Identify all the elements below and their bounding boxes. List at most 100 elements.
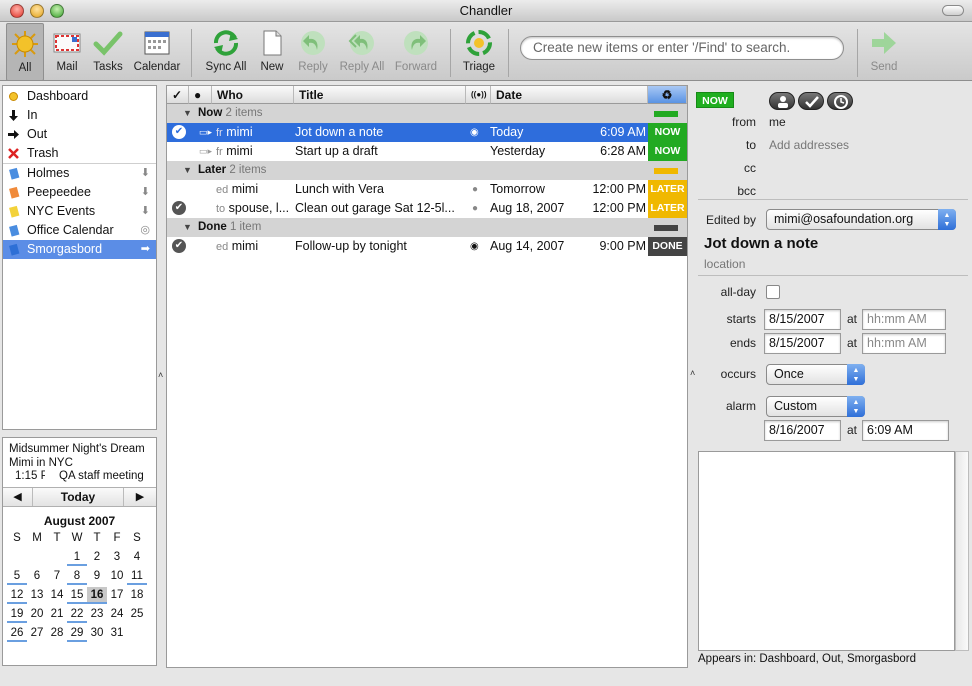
item-title-field[interactable]: Jot down a note [704,235,818,252]
tasks-button[interactable]: Tasks [89,23,127,81]
edited-by-select[interactable]: mimi@osafoundation.org ▲ ▼ [766,209,956,230]
header-reminder-icon[interactable]: ((●)) [466,86,491,104]
triage-status-badge[interactable]: LATER [648,199,687,218]
calendar-day[interactable]: 29 [67,625,87,642]
calendar-day[interactable]: 15 [67,587,87,604]
location-field[interactable]: location [704,257,745,271]
calendar-day[interactable]: 31 [107,625,127,642]
calendar-day[interactable]: 9 [87,568,107,585]
reply-all-button[interactable]: Reply All [336,23,388,81]
triage-done-icon[interactable]: ✔ [172,125,186,139]
mail-button[interactable]: Mail [48,23,86,81]
end-time-field[interactable]: hh:mm AM [862,333,946,354]
splitter-left-arrow-icon[interactable]: ˄ [158,370,163,380]
notes-textarea[interactable] [698,451,955,651]
send-as-mail-button[interactable] [769,92,795,110]
group-now[interactable]: ▼ Now 2 items [167,104,687,123]
sidebar-item-peepeedee[interactable]: Peepeedee ⬇ [3,183,156,202]
from-field[interactable]: me [769,115,786,129]
table-row[interactable]: ed mimi Lunch with Vera ● Tomorrow 12:00… [167,180,687,199]
sidebar-item-nyc-events[interactable]: NYC Events ⬇ [3,202,156,221]
calendar-day[interactable]: 6 [27,568,47,585]
to-field[interactable]: Add addresses [769,138,849,152]
occurs-select[interactable]: Once ▲ ▼ [766,364,865,385]
sidebar-item-out[interactable]: Out [3,125,156,144]
sidebar-item-smorgasbord[interactable]: Smorgasbord ➡ [3,240,156,259]
calendar-day[interactable]: 23 [87,606,107,623]
download-arrow-icon[interactable]: ⬇ [141,202,150,221]
triage-button[interactable]: Triage [458,23,500,81]
header-who[interactable]: Who [212,86,294,104]
calendar-day[interactable]: 8 [67,568,87,585]
calendar-day[interactable]: 7 [47,568,67,585]
triage-status-badge[interactable]: LATER [648,180,687,199]
triage-done-icon[interactable]: ✔ [172,239,186,253]
calendar-day[interactable]: 20 [27,606,47,623]
all-day-checkbox[interactable] [766,285,780,299]
triage-status-badge[interactable]: NOW [648,142,687,161]
table-row[interactable]: ✔ ed mimi Follow-up by tonight ◉ Aug 14,… [167,237,687,256]
group-done[interactable]: ▼ Done 1 item [167,218,687,237]
calendar-day[interactable]: 19 [7,606,27,623]
header-title[interactable]: Title [294,86,466,104]
forward-button[interactable]: Forward [392,23,440,81]
disclosure-triangle-icon[interactable]: ▼ [183,104,192,123]
shared-icon[interactable]: ◎ [140,221,150,240]
calendar-day[interactable]: 22 [67,606,87,623]
sync-all-button[interactable]: Sync All [202,23,250,81]
alarm-select[interactable]: Custom ▲ ▼ [766,396,865,417]
next-month-button[interactable]: ▶ [124,488,156,506]
notes-scrollbar[interactable] [955,451,969,651]
reply-button[interactable]: Reply [294,23,332,81]
send-button[interactable]: Send [866,23,902,81]
calendar-day[interactable]: 26 [7,625,27,642]
calendar-day[interactable]: 10 [107,568,127,585]
calendar-day[interactable]: 13 [27,587,47,604]
calendar-day[interactable]: 18 [127,587,147,604]
sidebar-item-holmes[interactable]: Holmes ⬇ [3,164,156,183]
download-arrow-icon[interactable]: ⬇ [141,164,150,183]
calendar-day[interactable]: 4 [127,549,147,566]
triage-status-badge[interactable]: DONE [648,237,687,256]
calendar-day[interactable]: 25 [127,606,147,623]
preview-event[interactable]: Midsummer Night's Dream [9,443,155,455]
add-to-calendar-button[interactable] [827,92,853,110]
calendar-day[interactable]: 16 [87,587,107,604]
calendar-day[interactable]: 17 [107,587,127,604]
calendar-day[interactable]: 28 [47,625,67,642]
calendar-day[interactable]: 11 [127,568,147,585]
header-triage-status-icon[interactable]: ♻ [648,86,687,104]
triage-done-icon[interactable]: ✔ [172,201,186,215]
start-date-field[interactable]: 8/15/2007 [764,309,841,330]
today-button[interactable]: Today [33,488,124,506]
end-date-field[interactable]: 8/15/2007 [764,333,841,354]
mark-as-task-button[interactable] [798,92,824,110]
calendar-day[interactable]: 30 [87,625,107,642]
triage-status-badge[interactable]: NOW [648,123,687,142]
disclosure-triangle-icon[interactable]: ▼ [183,218,192,237]
sidebar-item-office-calendar[interactable]: Office Calendar ◎ [3,221,156,240]
search-input[interactable]: Create new items or enter '/Find' to sea… [520,36,844,60]
disclosure-triangle-icon[interactable]: ▼ [183,161,192,180]
sidebar-item-trash[interactable]: Trash [3,144,156,163]
close-window-button[interactable] [10,4,24,18]
calendar-day[interactable]: 12 [7,587,27,604]
new-button[interactable]: New [256,23,288,81]
table-row[interactable]: ▭▸ fr mimi Start up a draft Yesterday 6:… [167,142,687,161]
sidebar-item-dashboard[interactable]: Dashboard [3,87,156,106]
header-date[interactable]: Date [491,86,648,104]
calendar-day[interactable]: 21 [47,606,67,623]
table-row[interactable]: ✔ ▭▸ fr mimi Jot down a note ◉ Today 6:0… [167,123,687,142]
minimize-window-button[interactable] [30,4,44,18]
alarm-time-field[interactable]: 6:09 AM [862,420,949,441]
calendar-day[interactable]: 27 [27,625,47,642]
alarm-date-field[interactable]: 8/16/2007 [764,420,841,441]
upload-arrow-icon[interactable]: ➡ [141,240,150,259]
zoom-window-button[interactable] [50,4,64,18]
calendar-day[interactable]: 1 [67,549,87,566]
triage-status-button[interactable]: NOW [696,92,734,108]
download-arrow-icon[interactable]: ⬇ [141,183,150,202]
header-read-dot[interactable]: ● [189,86,212,104]
toolbar-toggle-button[interactable] [942,5,964,16]
prev-month-button[interactable]: ◀ [3,488,33,506]
